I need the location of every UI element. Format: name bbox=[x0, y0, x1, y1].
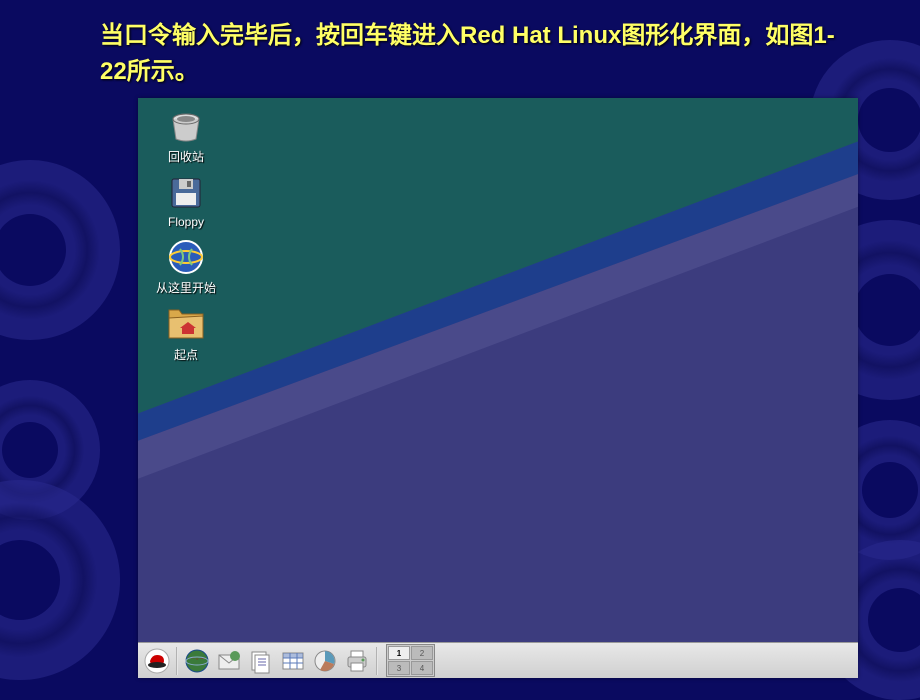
desktop-icon-start-here[interactable]: 从这里开始 bbox=[146, 237, 226, 296]
desktop-area[interactable]: 回收站 Floppy bbox=[138, 98, 858, 642]
icon-label: 从这里开始 bbox=[156, 279, 216, 296]
linux-desktop-screenshot: 回收站 Floppy bbox=[138, 98, 858, 678]
taskbar-separator bbox=[376, 647, 378, 675]
wallpaper bbox=[138, 98, 858, 642]
pager-workspace-2[interactable]: 2 bbox=[411, 646, 433, 660]
icon-label: 起点 bbox=[174, 346, 198, 363]
slide-caption: 当口令输入完毕后，按回车键进入Red Hat Linux图形化界面，如图1-22… bbox=[100, 18, 840, 90]
email-button[interactable] bbox=[214, 646, 244, 676]
taskbar-separator bbox=[176, 647, 178, 675]
documents-icon bbox=[248, 648, 274, 674]
pager-workspace-3[interactable]: 3 bbox=[388, 661, 410, 675]
spreadsheet-icon bbox=[280, 648, 306, 674]
home-folder-icon bbox=[166, 304, 206, 344]
pager-workspace-1[interactable]: 1 bbox=[388, 646, 410, 660]
documents-button[interactable] bbox=[246, 646, 276, 676]
printer-button[interactable] bbox=[342, 646, 372, 676]
start-here-icon bbox=[166, 237, 206, 277]
printer-icon bbox=[344, 648, 370, 674]
desktop-icons-container: 回收站 Floppy bbox=[146, 106, 226, 363]
web-browser-button[interactable] bbox=[182, 646, 212, 676]
desktop-icon-trash[interactable]: 回收站 bbox=[146, 106, 226, 165]
presentation-button[interactable] bbox=[310, 646, 340, 676]
trash-icon bbox=[166, 106, 206, 146]
pager-workspace-4[interactable]: 4 bbox=[411, 661, 433, 675]
web-browser-icon bbox=[184, 648, 210, 674]
presentation-icon bbox=[312, 648, 338, 674]
icon-label: Floppy bbox=[168, 215, 204, 229]
icon-label: 回收站 bbox=[168, 148, 204, 165]
desktop-icon-floppy[interactable]: Floppy bbox=[146, 173, 226, 229]
spreadsheet-button[interactable] bbox=[278, 646, 308, 676]
redhat-menu-button[interactable] bbox=[142, 646, 172, 676]
floppy-icon bbox=[166, 173, 206, 213]
desktop-icon-home[interactable]: 起点 bbox=[146, 304, 226, 363]
redhat-menu-icon bbox=[144, 648, 170, 674]
taskbar: 1 2 3 4 bbox=[138, 642, 858, 678]
email-icon bbox=[216, 648, 242, 674]
workspace-pager: 1 2 3 4 bbox=[386, 644, 435, 677]
